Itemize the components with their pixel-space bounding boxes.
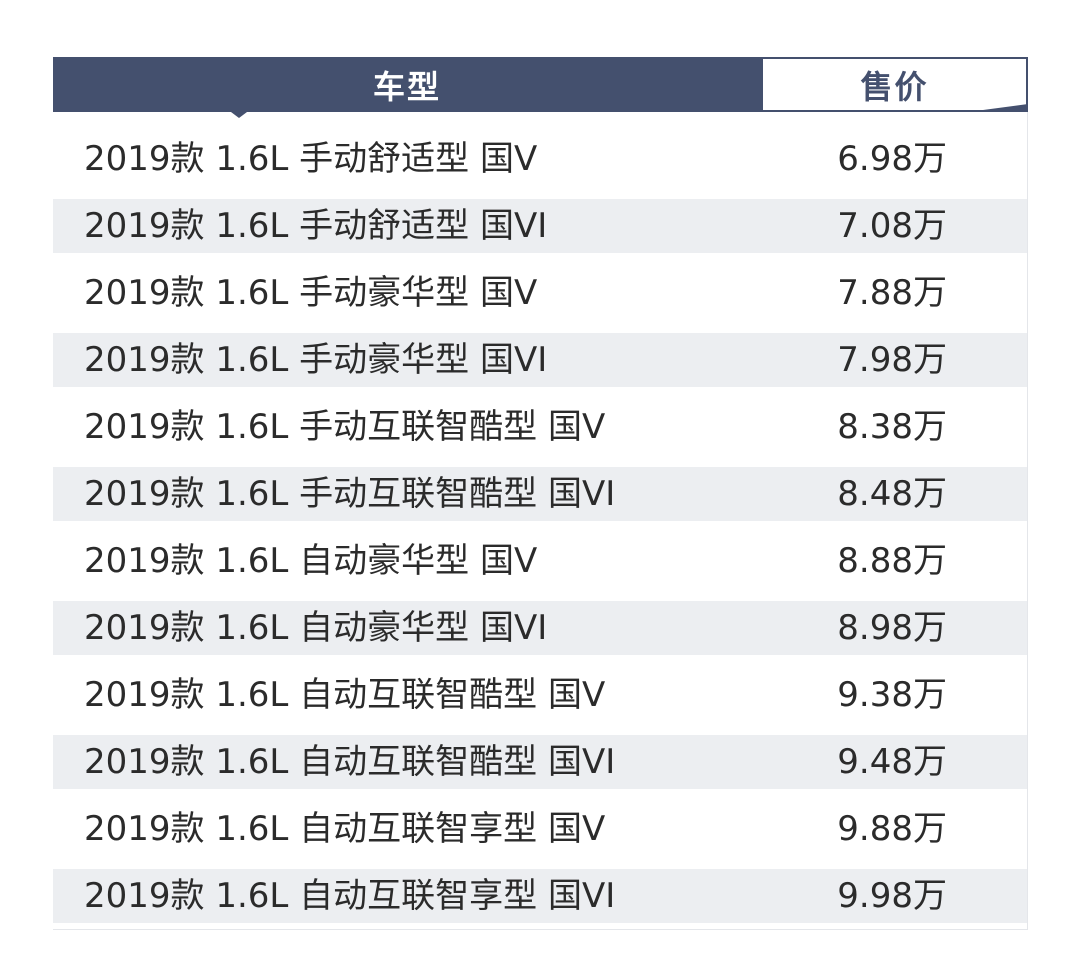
- table-row: 2019款 1.6L 手动舒适型 国V 6.98万: [53, 119, 1027, 199]
- table-row: 2019款 1.6L 手动互联智酷型 国VI 8.48万: [53, 467, 1027, 521]
- price-cell: 8.38万: [837, 407, 947, 447]
- model-cell: 2019款 1.6L 自动豪华型 国VI: [84, 608, 548, 648]
- model-cell: 2019款 1.6L 自动豪华型 国V: [84, 541, 538, 581]
- header-price-notch: [968, 104, 1028, 112]
- price-cell: 9.98万: [837, 876, 947, 916]
- table-row: 2019款 1.6L 自动豪华型 国VI 8.98万: [53, 601, 1027, 655]
- table-body: 2019款 1.6L 手动舒适型 国V 6.98万 2019款 1.6L 手动舒…: [53, 119, 1027, 923]
- table-row: 2019款 1.6L 手动豪华型 国VI 7.98万: [53, 333, 1027, 387]
- model-cell: 2019款 1.6L 手动舒适型 国V: [84, 139, 538, 179]
- price-cell: 9.48万: [837, 742, 947, 782]
- table-row: 2019款 1.6L 自动互联智享型 国V 9.88万: [53, 789, 1027, 869]
- model-cell: 2019款 1.6L 自动互联智酷型 国VI: [84, 742, 616, 782]
- price-cell: 7.08万: [837, 206, 947, 246]
- table-row: 2019款 1.6L 自动豪华型 国V 8.88万: [53, 521, 1027, 601]
- model-cell: 2019款 1.6L 手动舒适型 国VI: [84, 206, 548, 246]
- price-cell: 7.88万: [837, 273, 947, 313]
- model-cell: 2019款 1.6L 自动互联智享型 国VI: [84, 876, 616, 916]
- price-cell: 8.48万: [837, 474, 947, 514]
- price-cell: 9.38万: [837, 675, 947, 715]
- model-cell: 2019款 1.6L 手动豪华型 国VI: [84, 340, 548, 380]
- table-row: 2019款 1.6L 手动互联智酷型 国V 8.38万: [53, 387, 1027, 467]
- model-cell: 2019款 1.6L 手动互联智酷型 国VI: [84, 474, 616, 514]
- table-row: 2019款 1.6L 手动舒适型 国VI 7.08万: [53, 199, 1027, 253]
- table-row: 2019款 1.6L 手动豪华型 国V 7.88万: [53, 253, 1027, 333]
- header-price: 售价: [761, 57, 1028, 112]
- price-cell: 9.88万: [837, 809, 947, 849]
- model-cell: 2019款 1.6L 手动豪华型 国V: [84, 273, 538, 313]
- header-model: 车型: [53, 57, 761, 112]
- model-cell: 2019款 1.6L 自动互联智享型 国V: [84, 809, 606, 849]
- header-price-label: 售价: [860, 67, 929, 106]
- price-cell: 7.98万: [837, 340, 947, 380]
- table-row: 2019款 1.6L 自动互联智酷型 国VI 9.48万: [53, 735, 1027, 789]
- table-row: 2019款 1.6L 自动互联智享型 国VI 9.98万: [53, 869, 1027, 923]
- header-model-tab: [231, 112, 247, 118]
- table-header: 车型 售价: [53, 57, 1028, 118]
- price-cell: 6.98万: [837, 139, 947, 179]
- model-cell: 2019款 1.6L 手动互联智酷型 国V: [84, 407, 606, 447]
- price-cell: 8.98万: [837, 608, 947, 648]
- price-table: 车型 售价 2019款 1.6L 手动舒适型 国V 6.98万 2019款 1.…: [53, 57, 1028, 930]
- model-cell: 2019款 1.6L 自动互联智酷型 国V: [84, 675, 606, 715]
- table-row: 2019款 1.6L 自动互联智酷型 国V 9.38万: [53, 655, 1027, 735]
- price-cell: 8.88万: [837, 541, 947, 581]
